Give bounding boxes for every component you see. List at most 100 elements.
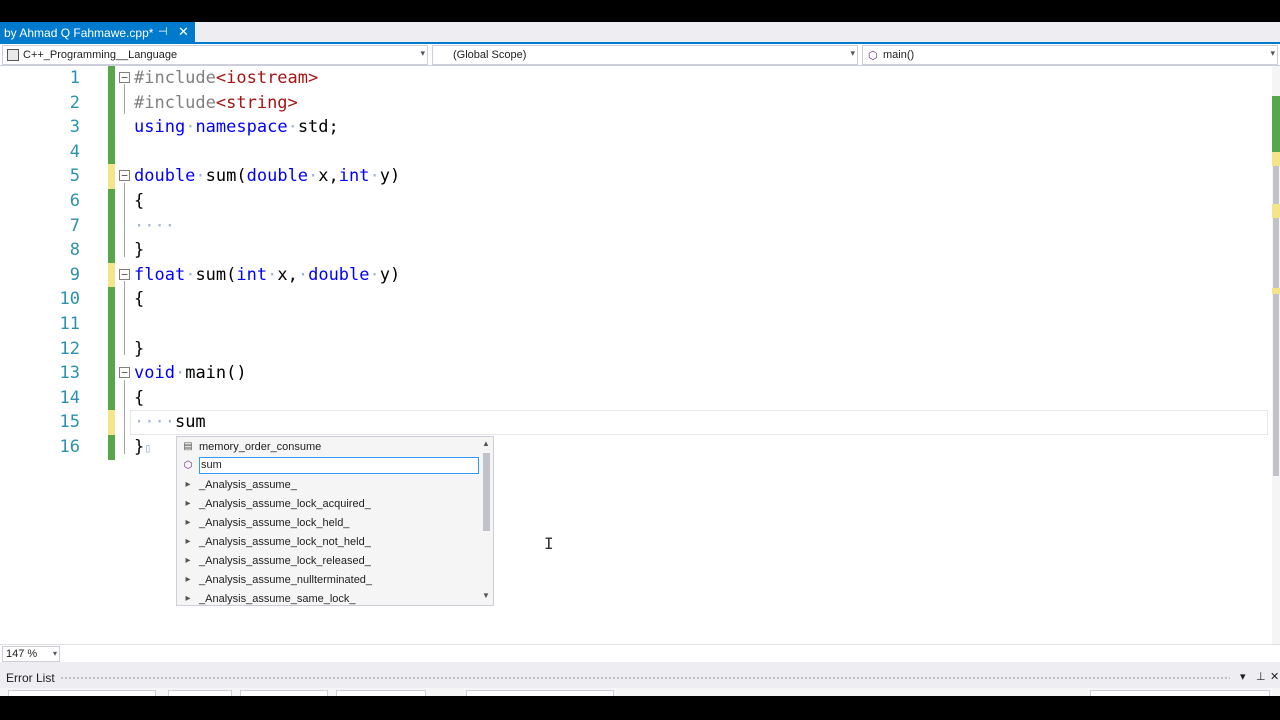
macro-icon: ▸ xyxy=(185,498,191,509)
collapse-icon[interactable]: − xyxy=(119,268,130,280)
change-marker xyxy=(108,385,115,411)
change-overview-marker xyxy=(1272,152,1280,166)
change-marker xyxy=(108,262,115,288)
change-marker xyxy=(108,435,115,460)
macro-icon: ▸ xyxy=(185,517,191,528)
line-number: 15 xyxy=(59,412,80,433)
chevron-down-icon[interactable]: ▾ xyxy=(1240,670,1246,683)
scrollbar-thumb[interactable] xyxy=(483,453,490,531)
function-icon: ⬡ xyxy=(868,50,878,62)
completion-item-label: sum xyxy=(199,457,479,474)
line-number: 4 xyxy=(69,141,80,162)
vertical-scrollbar[interactable] xyxy=(1272,66,1280,644)
line-number: 12 xyxy=(59,338,80,359)
window-top-edge xyxy=(0,0,1280,22)
change-marker xyxy=(108,336,115,362)
line-number: 13 xyxy=(59,363,80,384)
whitespace-marker: ···· xyxy=(134,412,175,433)
code-text: sum( xyxy=(195,264,237,285)
code-text: { xyxy=(134,289,145,310)
scroll-up-icon[interactable]: ▲ xyxy=(481,439,491,448)
change-overview-marker xyxy=(1272,204,1280,218)
code-line: 3 using·namespace·std; xyxy=(0,115,1272,140)
code-text: } xyxy=(134,437,145,457)
completion-scrollbar[interactable]: ▲ ▼ xyxy=(481,439,491,603)
line-number: 8 xyxy=(69,240,80,261)
change-marker xyxy=(108,213,115,239)
chevron-down-icon: ▾ xyxy=(420,48,425,58)
code-text: main() xyxy=(185,363,247,384)
completion-item[interactable]: ▤ memory_order_consume xyxy=(177,437,483,456)
completion-item-selected[interactable]: ⬡ sum xyxy=(177,456,483,475)
code-line: 5 − double·sum(double·x,int·y) xyxy=(0,164,1272,189)
change-marker xyxy=(108,66,115,91)
completion-item-label: _Analysis_assume_nullterminated_ xyxy=(199,573,373,586)
keyword: namespace xyxy=(195,117,288,138)
close-icon[interactable]: ✕ xyxy=(178,24,189,40)
preprocessor: #include xyxy=(134,92,216,113)
caret-overview-marker xyxy=(1272,288,1280,294)
code-text: x, xyxy=(318,166,339,187)
panel-grip[interactable] xyxy=(60,676,1230,680)
code-line: 6 { xyxy=(0,189,1272,214)
line-number: 2 xyxy=(69,92,80,113)
code-text: x, xyxy=(277,264,298,285)
code-line: 14 { xyxy=(0,385,1272,411)
completion-item-label: _Analysis_assume_lock_released_ xyxy=(199,554,371,567)
project-dropdown[interactable]: C++_Programming__Language ▾ xyxy=(2,45,428,65)
line-number: 10 xyxy=(59,289,80,310)
keyword: double xyxy=(246,166,309,187)
line-number: 14 xyxy=(59,387,80,408)
document-tab[interactable]: by Ahmad Q Fahmawe.cpp* ⊣ ✕ xyxy=(0,22,195,44)
code-line: 4 xyxy=(0,139,1272,165)
project-name: C++_Programming__Language xyxy=(23,49,178,61)
keyword: int xyxy=(236,264,268,285)
include-target: <string> xyxy=(215,92,298,113)
completion-item[interactable]: ▸ _Analysis_assume_ xyxy=(177,475,483,494)
mouse-ibeam-cursor-icon: I xyxy=(544,534,554,553)
include-target: <iostream> xyxy=(215,68,319,88)
code-line: 2 #include<string> xyxy=(0,90,1272,116)
zoom-dropdown[interactable]: 147 % ▾ xyxy=(2,646,60,662)
collapse-icon[interactable]: − xyxy=(119,170,130,182)
completion-item[interactable]: ▸ _Analysis_assume_nullterminated_ xyxy=(177,570,483,589)
completion-item[interactable]: ▸ _Analysis_assume_lock_released_ xyxy=(177,551,483,570)
macro-icon: ▸ xyxy=(185,479,191,490)
function-dropdown[interactable]: ⬡ main() ▾ xyxy=(862,45,1278,65)
completion-item[interactable]: ▸ _Analysis_assume_lock_held_ xyxy=(177,513,483,532)
whitespace-marker: ···· xyxy=(134,215,175,236)
completion-item-label: _Analysis_assume_lock_not_held_ xyxy=(199,535,371,548)
chevron-down-icon: ▾ xyxy=(1270,48,1275,58)
scope-dropdown[interactable]: (Global Scope) ▾ xyxy=(432,45,858,65)
completion-item[interactable]: ▸ _Analysis_assume_lock_acquired_ xyxy=(177,494,483,513)
completion-item[interactable]: ▸ _Analysis_assume_same_lock_ xyxy=(177,589,483,608)
code-line: 8 } xyxy=(0,238,1272,263)
code-text: std; xyxy=(297,117,339,138)
close-icon[interactable]: ✕ xyxy=(1270,670,1279,683)
pin-icon[interactable]: ⊥ xyxy=(1256,670,1266,683)
line-number: 16 xyxy=(59,437,80,457)
line-number: 7 xyxy=(69,215,80,236)
collapse-icon[interactable]: − xyxy=(119,72,130,83)
code-line: 7 ···· xyxy=(0,213,1272,239)
change-marker xyxy=(108,287,115,312)
completion-item[interactable]: ▸ _Analysis_assume_lock_not_held_ xyxy=(177,532,483,551)
function-icon: ⬡ xyxy=(183,460,193,471)
collapse-icon[interactable]: − xyxy=(119,367,130,379)
intellisense-completion-list[interactable]: ▤ memory_order_consume ⬡ sum ▸ _Analysis… xyxy=(176,436,494,606)
change-marker xyxy=(108,139,115,165)
error-list-toolbar xyxy=(0,688,1280,696)
completion-item-label: _Analysis_assume_ xyxy=(199,478,297,491)
change-marker xyxy=(108,164,115,189)
scroll-down-icon[interactable]: ▼ xyxy=(481,591,491,600)
function-name: main() xyxy=(883,49,915,61)
completion-item-label: _Analysis_assume_lock_held_ xyxy=(199,516,350,529)
change-marker xyxy=(108,189,115,214)
error-list-panel-header: Error List ▾ ⊥ ✕ xyxy=(0,668,1280,688)
change-marker xyxy=(108,115,115,140)
line-number: 5 xyxy=(69,166,80,187)
change-marker xyxy=(108,361,115,386)
pin-icon[interactable]: ⊣ xyxy=(158,25,168,38)
current-line-highlight xyxy=(130,410,1268,435)
line-number: 1 xyxy=(69,68,80,88)
